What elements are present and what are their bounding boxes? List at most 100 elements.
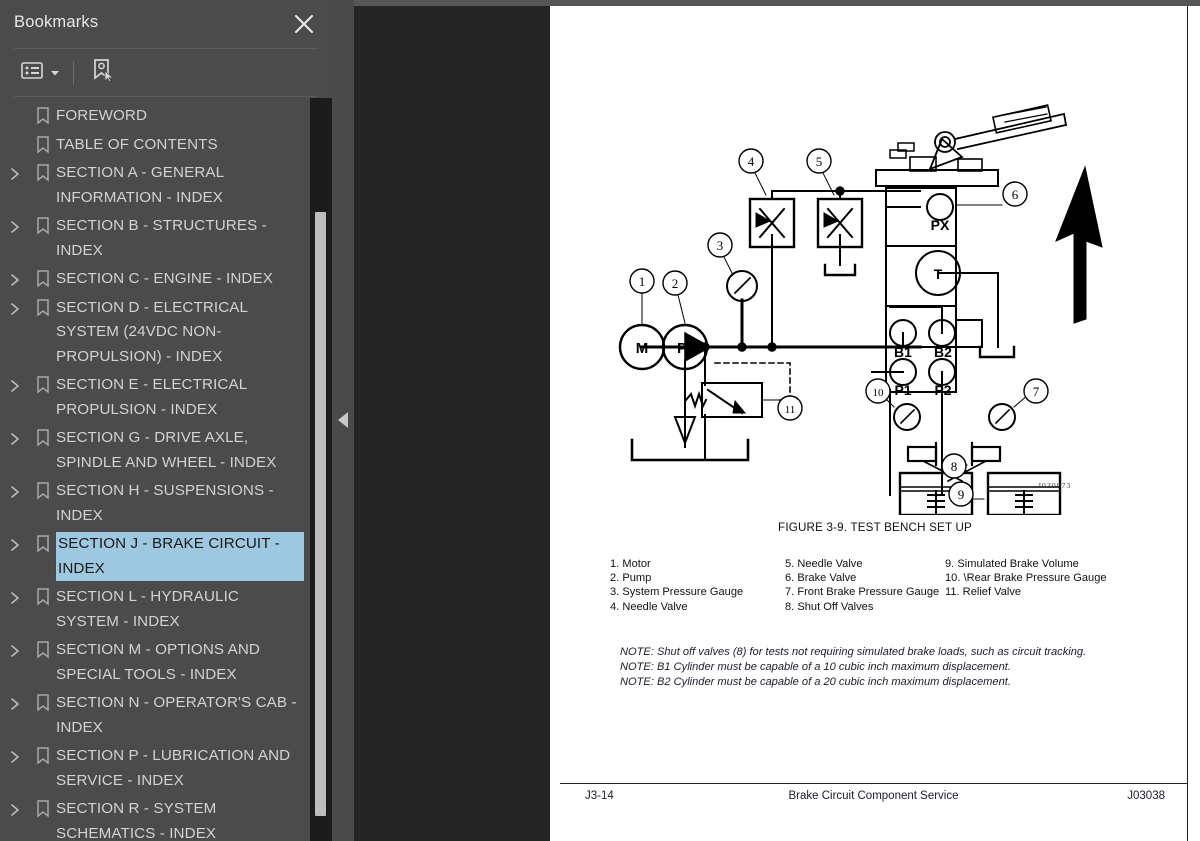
bookmark-item[interactable]: FOREWORD xyxy=(0,102,310,131)
bookmark-item[interactable]: SECTION P - LUBRICATION AND SERVICE - IN… xyxy=(0,742,310,795)
legend-column-3: 9. Simulated Brake Volume 10. \Rear Brake… xyxy=(945,557,1145,600)
chevron-right-icon[interactable] xyxy=(0,214,30,234)
chevron-right-icon[interactable] xyxy=(0,532,30,552)
bookmarks-toolbar xyxy=(0,49,332,96)
hydraulic-schematic-figure: 1 2 3 4 5 6 7 8 9 10 11 M P PX T B1 B2 P… xyxy=(590,95,1130,517)
svg-text:8: 8 xyxy=(951,459,958,474)
svg-text:M: M xyxy=(636,340,649,357)
bookmark-icon xyxy=(30,744,56,765)
svg-text:B2: B2 xyxy=(934,344,952,360)
bookmark-icon xyxy=(30,797,56,818)
chevron-right-icon[interactable] xyxy=(0,161,30,181)
footer-rule xyxy=(560,783,1187,784)
bookmark-item[interactable]: SECTION N - OPERATOR'S CAB - INDEX xyxy=(0,689,310,742)
footer-doc-id: J03038 xyxy=(1127,790,1165,802)
bookmarks-list[interactable]: FOREWORD TABLE OF CONTENTS SECTION A - GEN… xyxy=(0,98,310,841)
legend-entry: 4. Needle Valve xyxy=(610,600,688,613)
bookmarks-header: Bookmarks xyxy=(0,0,332,48)
svg-text:P2: P2 xyxy=(934,382,951,398)
legend-entry: 2. Pump xyxy=(610,572,652,585)
bookmark-item[interactable]: SECTION E - ELECTRICAL PROPULSION - INDE… xyxy=(0,371,310,424)
bookmark-icon xyxy=(30,479,56,500)
note-line: NOTE: B1 Cylinder must be capable of a 1… xyxy=(620,660,1011,673)
list-options-button[interactable] xyxy=(16,58,63,88)
note-line: NOTE: Shut off valves (8) for tests not … xyxy=(620,646,1087,658)
bookmark-item[interactable]: SECTION B - STRUCTURES - INDEX xyxy=(0,212,310,265)
bookmark-label: FOREWORD xyxy=(56,107,148,124)
bookmarks-scrollbar-thumb[interactable] xyxy=(315,212,326,816)
footer-title: Brake Circuit Component Service xyxy=(788,790,959,802)
bookmark-item[interactable]: SECTION H - SUSPENSIONS - INDEX xyxy=(0,477,310,530)
chevron-down-icon xyxy=(50,64,60,82)
svg-text:T: T xyxy=(934,266,943,282)
page-footer: J3-14 Brake Circuit Component Service J0… xyxy=(560,789,1187,809)
bookmark-item[interactable]: SECTION J - BRAKE CIRCUIT - INDEX xyxy=(0,530,310,583)
svg-text:11: 11 xyxy=(785,404,796,416)
bookmark-item[interactable]: SECTION A - GENERAL INFORMATION - INDEX xyxy=(0,159,310,212)
bookmark-item[interactable]: TABLE OF CONTENTS xyxy=(0,131,310,160)
note-line: NOTE: B2 Cylinder must be capable of a 2… xyxy=(620,675,1011,688)
svg-text:B1: B1 xyxy=(894,344,912,360)
bookmark-icon xyxy=(30,161,56,182)
list-options-icon xyxy=(19,59,45,86)
legend-entry: 10. \Rear Brake Pressure Gauge xyxy=(945,572,1107,585)
bookmark-item[interactable]: SECTION L - HYDRAULIC SYSTEM - INDEX xyxy=(0,583,310,636)
bookmark-icon xyxy=(30,585,56,606)
bookmark-label: SECTION M - OPTIONS AND SPECIAL TOOLS - … xyxy=(56,641,260,683)
bookmark-icon xyxy=(30,214,56,235)
new-bookmark-icon xyxy=(89,57,115,88)
chevron-right-icon[interactable] xyxy=(0,638,30,658)
caret-left-icon xyxy=(338,412,348,428)
bookmark-item[interactable]: SECTION D - ELECTRICAL SYSTEM (24VDC NON… xyxy=(0,294,310,372)
svg-text:1: 1 xyxy=(639,274,646,289)
bookmark-icon xyxy=(30,133,56,154)
svg-text:6: 6 xyxy=(1012,187,1019,202)
bookmark-icon xyxy=(30,373,56,394)
figure-caption: FIGURE 3-9. TEST BENCH SET UP xyxy=(778,521,972,534)
bookmark-item[interactable]: SECTION C - ENGINE - INDEX xyxy=(0,265,310,294)
bookmark-icon xyxy=(30,104,56,125)
bookmark-label: TABLE OF CONTENTS xyxy=(56,135,218,153)
bookmark-label: SECTION J - BRAKE CIRCUIT - INDEX xyxy=(55,531,305,582)
chevron-right-icon[interactable] xyxy=(0,373,30,393)
svg-text:9: 9 xyxy=(958,487,965,502)
chevron-right-icon[interactable] xyxy=(0,426,30,446)
close-icon[interactable] xyxy=(292,12,316,36)
bookmark-label: SECTION B - STRUCTURES - INDEX xyxy=(56,217,267,259)
chevron-right-icon[interactable] xyxy=(0,691,30,711)
page-right-border xyxy=(1187,6,1188,841)
bookmark-label: SECTION G - DRIVE AXLE, SPINDLE AND WHEE… xyxy=(56,429,277,471)
figure-notes: NOTE: Shut off valves (8) for tests not … xyxy=(620,645,1086,689)
bookmark-icon xyxy=(30,691,56,712)
chevron-right-icon[interactable] xyxy=(0,585,30,605)
bookmark-item[interactable]: SECTION M - OPTIONS AND SPECIAL TOOLS - … xyxy=(0,636,310,689)
bookmark-item[interactable]: SECTION G - DRIVE AXLE, SPINDLE AND WHEE… xyxy=(0,424,310,477)
bookmark-icon xyxy=(30,532,56,553)
bookmark-label: SECTION H - SUSPENSIONS - INDEX xyxy=(56,482,274,524)
svg-text:P: P xyxy=(677,340,687,357)
chevron-right-icon[interactable] xyxy=(0,479,30,499)
bookmark-icon xyxy=(30,426,56,447)
bookmark-label: SECTION R - SYSTEM SCHEMATICS - INDEX xyxy=(56,800,217,841)
bookmark-icon xyxy=(30,296,56,317)
legend-entry: 1. Motor xyxy=(610,558,651,570)
legend-entry: 11. Relief Valve xyxy=(945,586,1022,599)
toolbar-separator xyxy=(73,60,74,85)
bookmark-label: SECTION E - ELECTRICAL PROPULSION - INDE… xyxy=(56,376,247,418)
svg-text:2: 2 xyxy=(672,276,679,291)
chevron-right-icon[interactable] xyxy=(0,267,30,287)
new-bookmark-button[interactable] xyxy=(86,58,118,88)
legend-entry: 3. System Pressure Gauge xyxy=(610,586,744,599)
pdf-reader-window: Bookmarks FOREWORD TABLE OF CONTENTS SEC… xyxy=(0,0,1200,841)
chevron-right-icon[interactable] xyxy=(0,744,30,764)
svg-text:7: 7 xyxy=(1033,384,1040,399)
twisty-placeholder xyxy=(0,133,30,139)
bookmark-label: SECTION C - ENGINE - INDEX xyxy=(56,270,273,287)
twisty-placeholder xyxy=(0,104,30,110)
bookmark-item[interactable]: SECTION R - SYSTEM SCHEMATICS - INDEX xyxy=(0,795,310,841)
collapse-panel-button[interactable] xyxy=(338,412,350,430)
chevron-right-icon[interactable] xyxy=(0,797,30,817)
chevron-right-icon[interactable] xyxy=(0,296,30,316)
bookmark-label: SECTION L - HYDRAULIC SYSTEM - INDEX xyxy=(56,588,239,630)
svg-text:P1: P1 xyxy=(894,382,911,398)
